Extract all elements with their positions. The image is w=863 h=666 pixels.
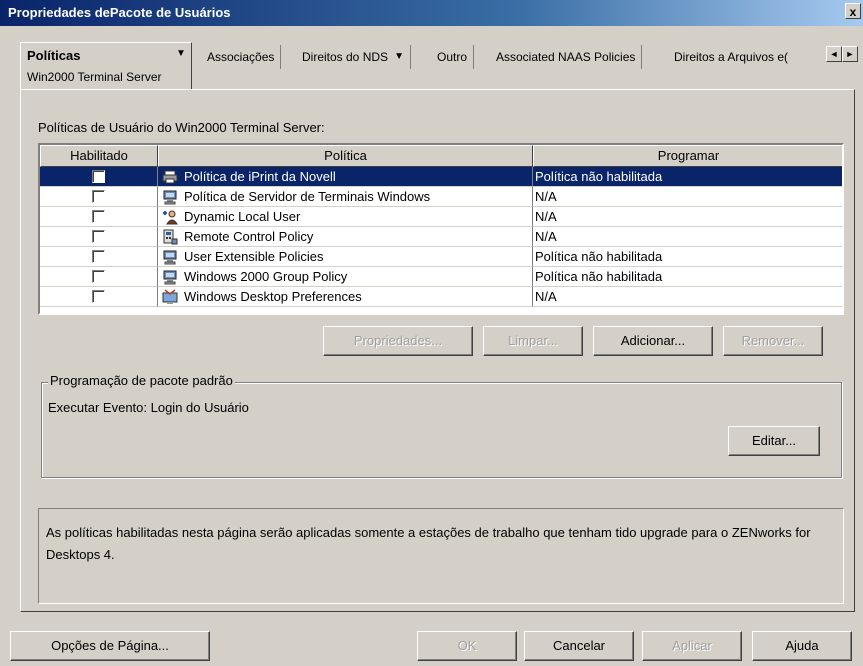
policy-name: User Extensible Policies	[184, 249, 324, 264]
table-row[interactable]: Política de Servidor de Terminais Window…	[40, 187, 842, 207]
schedule-cell: Política não habilitada	[533, 247, 842, 267]
policy-cell: Dynamic Local User	[158, 207, 533, 227]
tab-policies-sublabel[interactable]: Win2000 Terminal Server	[27, 70, 162, 84]
enabled-cell	[40, 247, 158, 267]
enabled-checkbox[interactable]	[92, 230, 105, 243]
properties-button[interactable]: Propriedades...	[323, 326, 473, 356]
add-user-icon	[162, 209, 178, 225]
enabled-cell	[40, 167, 158, 187]
tab-policies-label: Políticas	[27, 48, 81, 63]
enabled-cell	[40, 227, 158, 247]
page-options-button[interactable]: Opções de Página...	[10, 631, 210, 661]
tab-strip: Políticas ▼ Win2000 Terminal Server Asso…	[20, 42, 863, 90]
column-header-enabled[interactable]: Habilitado	[40, 145, 158, 167]
ok-button[interactable]: OK	[417, 631, 517, 661]
policy-name: Dynamic Local User	[184, 209, 301, 224]
policy-cell: Política de Servidor de Terminais Window…	[158, 187, 533, 207]
remove-button[interactable]: Remover...	[723, 326, 823, 356]
edit-button[interactable]: Editar...	[728, 426, 820, 456]
default-schedule-legend: Programação de pacote padrão	[48, 373, 235, 388]
enabled-cell	[40, 287, 158, 307]
printer-icon	[162, 169, 178, 185]
desktop-icon	[162, 289, 178, 305]
schedule-cell: Política não habilitada	[533, 167, 842, 187]
enabled-checkbox[interactable]	[92, 210, 105, 223]
default-schedule-group	[41, 382, 842, 478]
column-header-schedule[interactable]: Programar	[533, 145, 842, 167]
schedule-cell: N/A	[533, 187, 842, 207]
schedule-cell: N/A	[533, 227, 842, 247]
close-button[interactable]: x	[845, 3, 861, 19]
enabled-checkbox[interactable]	[92, 270, 105, 283]
tab-scroll-right-button[interactable]: ►	[842, 46, 858, 62]
tab-other[interactable]: Outro	[431, 45, 475, 69]
table-row[interactable]: Windows 2000 Group Policy Política não ha…	[40, 267, 842, 287]
table-header: Habilitado Política Programar	[40, 145, 842, 167]
remote-control-icon	[162, 229, 178, 245]
chevron-down-icon[interactable]: ▼	[394, 45, 404, 69]
tab-nds-rights-label: Direitos do NDS	[302, 50, 389, 64]
policy-name: Windows Desktop Preferences	[184, 289, 362, 304]
clear-button[interactable]: Limpar...	[483, 326, 583, 356]
policy-cell: Windows 2000 Group Policy	[158, 267, 533, 287]
tab-scroll-left-button[interactable]: ◄	[826, 46, 842, 62]
policy-cell: Windows Desktop Preferences	[158, 287, 533, 307]
note-text: As políticas habilitadas nesta página se…	[46, 525, 811, 562]
enabled-cell	[40, 187, 158, 207]
computer-icon	[162, 269, 178, 285]
table-row[interactable]: Política de iPrint da Novell Política não…	[40, 167, 842, 187]
table-row[interactable]: Windows Desktop Preferences N/A	[40, 287, 842, 307]
table-row[interactable]: Remote Control Policy N/A	[40, 227, 842, 247]
column-header-policy[interactable]: Política	[158, 145, 533, 167]
policy-name: Windows 2000 Group Policy	[184, 269, 348, 284]
tab-file-rights[interactable]: Direitos a Arquivos e(	[668, 45, 820, 69]
apply-button[interactable]: Aplicar	[642, 631, 742, 661]
policy-name: Política de Servidor de Terminais Window…	[184, 189, 431, 204]
cancel-button[interactable]: Cancelar	[524, 631, 634, 661]
table-row[interactable]: User Extensible Policies Política não hab…	[40, 247, 842, 267]
schedule-cell: N/A	[533, 287, 842, 307]
tab-nds-rights[interactable]: Direitos do NDS ▼	[296, 45, 412, 69]
enabled-checkbox[interactable]	[92, 170, 105, 183]
enabled-checkbox[interactable]	[92, 250, 105, 263]
policy-cell: Política de iPrint da Novell	[158, 167, 533, 187]
policies-table: Habilitado Política Programar Política d…	[38, 143, 844, 315]
chevron-down-icon[interactable]: ▼	[176, 48, 186, 59]
enabled-cell	[40, 267, 158, 287]
arrow-right-icon: ►	[845, 49, 855, 59]
add-button[interactable]: Adicionar...	[593, 326, 713, 356]
table-row[interactable]: Dynamic Local User N/A	[40, 207, 842, 227]
policy-cell: Remote Control Policy	[158, 227, 533, 247]
enabled-checkbox[interactable]	[92, 290, 105, 303]
tab-naas-policies[interactable]: Associated NAAS Policies	[490, 45, 643, 69]
enabled-cell	[40, 207, 158, 227]
policy-name: Política de iPrint da Novell	[184, 169, 336, 184]
policy-cell: User Extensible Policies	[158, 247, 533, 267]
tab-associations[interactable]: Associações	[201, 45, 282, 69]
run-event-text: Executar Evento: Login do Usuário	[48, 400, 249, 415]
enabled-checkbox[interactable]	[92, 190, 105, 203]
section-title: Políticas de Usuário do Win2000 Terminal…	[38, 120, 325, 135]
help-button[interactable]: Ajuda	[752, 631, 852, 661]
computer-icon	[162, 189, 178, 205]
tab-policies[interactable]: Políticas ▼ Win2000 Terminal Server	[20, 42, 192, 90]
policy-name: Remote Control Policy	[184, 229, 314, 244]
arrow-left-icon: ◄	[829, 49, 839, 59]
window-title: Propriedades dePacote de Usuários	[8, 5, 231, 20]
computer-icon	[162, 249, 178, 265]
title-bar: Propriedades dePacote de Usuários x	[0, 0, 863, 26]
schedule-cell: Política não habilitada	[533, 267, 842, 287]
schedule-cell: N/A	[533, 207, 842, 227]
